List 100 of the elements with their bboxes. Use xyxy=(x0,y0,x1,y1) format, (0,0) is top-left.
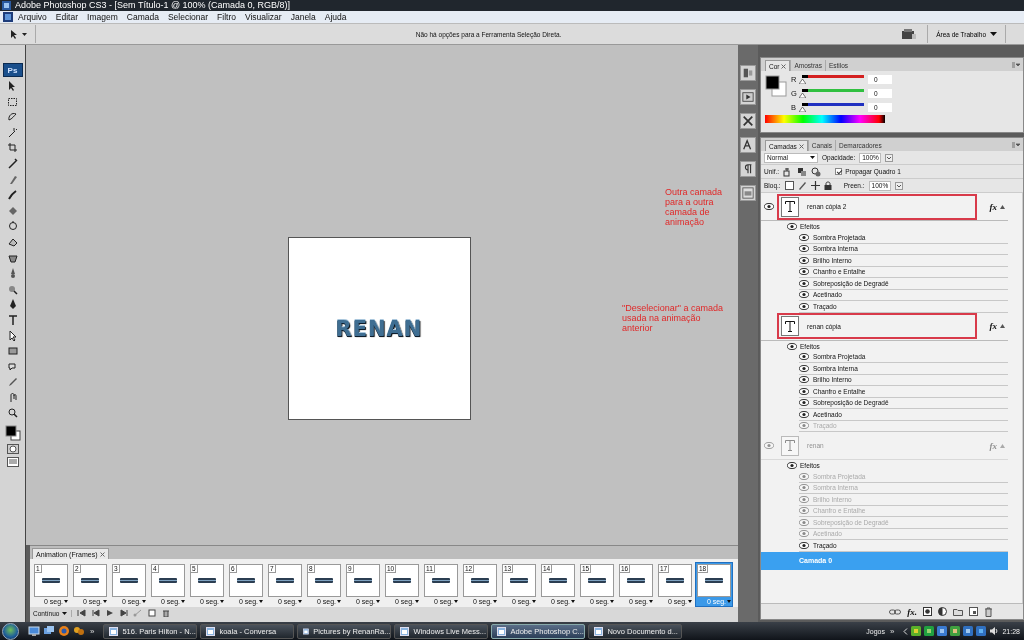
slider-track[interactable] xyxy=(802,102,864,106)
app-icon[interactable] xyxy=(3,12,13,22)
eye-icon[interactable] xyxy=(799,364,809,372)
eye-icon[interactable] xyxy=(799,376,809,384)
history-icon[interactable] xyxy=(740,65,756,81)
caret-icon xyxy=(990,32,997,36)
trash-icon[interactable] xyxy=(984,606,993,617)
eye-icon[interactable] xyxy=(799,387,809,395)
color-swatches-icon[interactable] xyxy=(765,75,787,97)
trash-icon[interactable] xyxy=(161,609,171,617)
desktop-icon[interactable] xyxy=(28,625,40,637)
tool-icon[interactable] xyxy=(6,329,19,342)
mask-mode-icon[interactable] xyxy=(6,444,19,455)
folder-icon[interactable] xyxy=(953,607,963,616)
close-icon[interactable] xyxy=(100,551,106,557)
menu-item[interactable]: Janela xyxy=(285,11,320,23)
tray-icon[interactable] xyxy=(963,626,974,636)
first-frame-icon[interactable] xyxy=(77,609,87,617)
eye-icon[interactable] xyxy=(799,256,809,264)
tool-icon[interactable] xyxy=(6,157,19,170)
duplicate-frame-icon[interactable] xyxy=(147,609,157,617)
lock-brush-icon[interactable] xyxy=(797,181,807,190)
overflow-chevron[interactable]: » xyxy=(890,626,895,636)
overflow-chevron[interactable]: » xyxy=(90,626,95,636)
menu-item[interactable]: Camada xyxy=(121,11,163,23)
paragraph-icon[interactable] xyxy=(740,161,756,177)
layer-comps-icon[interactable] xyxy=(740,185,756,201)
workspace-icon[interactable] xyxy=(901,28,918,40)
adjustment-icon[interactable] xyxy=(938,607,947,616)
tray-icon[interactable] xyxy=(911,626,922,636)
expand-arrow-icon[interactable] xyxy=(1000,204,1005,209)
speaker-icon[interactable] xyxy=(989,626,1000,636)
color-swatches-icon[interactable] xyxy=(4,425,21,442)
eye-icon[interactable] xyxy=(799,410,809,418)
browser-icon[interactable] xyxy=(58,625,70,637)
stepper-icon[interactable] xyxy=(885,153,894,162)
tool-icon[interactable] xyxy=(6,360,19,373)
character-icon[interactable] xyxy=(740,137,756,153)
menu-item[interactable]: Visualizar xyxy=(239,11,286,23)
tool-icon[interactable] xyxy=(6,407,19,420)
eye-icon[interactable] xyxy=(787,462,797,469)
eye-icon[interactable] xyxy=(799,291,809,299)
menu-item[interactable]: Ajuda xyxy=(319,11,351,23)
tool-icon[interactable] xyxy=(6,189,19,202)
mask-icon[interactable] xyxy=(923,607,932,616)
eye-icon[interactable] xyxy=(799,541,809,549)
menu-item[interactable]: Imagem xyxy=(82,11,122,23)
close-icon[interactable] xyxy=(798,143,804,149)
link-icon[interactable] xyxy=(889,608,902,615)
slider-thumb[interactable] xyxy=(799,106,806,112)
expand-arrow-icon[interactable] xyxy=(1000,324,1005,328)
tray-expand-icon[interactable] xyxy=(903,627,909,635)
eye-icon[interactable] xyxy=(799,353,809,361)
play-icon[interactable] xyxy=(105,609,115,617)
eye-icon[interactable] xyxy=(799,245,809,253)
next-frame-icon[interactable] xyxy=(119,609,129,617)
unify-visibility-icon[interactable] xyxy=(797,166,808,177)
unify-style-icon[interactable] xyxy=(811,166,822,177)
menu-item[interactable]: Selecionar xyxy=(162,11,213,23)
start-button[interactable] xyxy=(2,622,19,640)
slider-track[interactable] xyxy=(802,88,864,92)
stepper-icon[interactable] xyxy=(894,181,903,190)
window-switch-icon[interactable] xyxy=(43,625,55,637)
lock-icon[interactable] xyxy=(823,181,832,190)
eye-icon[interactable] xyxy=(799,399,809,407)
panel-menu-icon[interactable] xyxy=(1012,142,1020,148)
close-icon[interactable] xyxy=(781,63,787,69)
eye-icon[interactable] xyxy=(799,233,809,241)
eye-icon[interactable] xyxy=(787,223,797,230)
add-style-button[interactable]: fx. xyxy=(907,606,917,617)
panel-menu-icon[interactable] xyxy=(1012,62,1020,68)
tool-icon[interactable] xyxy=(6,345,19,358)
menu-item[interactable]: Filtro xyxy=(212,11,240,23)
color-spectrum[interactable] xyxy=(765,115,885,123)
menu-item[interactable]: Arquivo xyxy=(13,11,51,23)
tool-icon[interactable] xyxy=(6,111,19,124)
eye-icon[interactable] xyxy=(764,203,774,210)
menu-item[interactable]: Editar xyxy=(50,11,83,23)
eye-icon[interactable] xyxy=(799,302,809,310)
slider-thumb[interactable] xyxy=(799,78,806,84)
tray-icon[interactable] xyxy=(924,626,935,636)
tray-icon[interactable] xyxy=(937,626,948,636)
eye-icon[interactable] xyxy=(787,342,797,350)
slider-track[interactable] xyxy=(802,74,864,78)
eye-icon[interactable] xyxy=(799,279,809,287)
tool-icon[interactable] xyxy=(6,126,19,139)
tray-icon[interactable] xyxy=(950,626,961,636)
screen-mode-icon[interactable] xyxy=(6,457,19,468)
new-layer-icon[interactable] xyxy=(969,607,978,616)
lock-transparency-icon[interactable] xyxy=(784,181,794,190)
lock-move-icon[interactable] xyxy=(810,181,820,190)
fx-label: fx xyxy=(989,440,997,451)
tool-icon[interactable] xyxy=(6,95,19,108)
actions-icon[interactable] xyxy=(740,89,756,105)
eye-icon[interactable] xyxy=(799,268,809,276)
tool-icon[interactable] xyxy=(6,220,19,233)
chat-icon[interactable] xyxy=(73,625,85,637)
slider-thumb[interactable] xyxy=(799,92,806,98)
tray-icon[interactable] xyxy=(976,626,987,636)
previous-frame-icon[interactable] xyxy=(91,609,101,617)
